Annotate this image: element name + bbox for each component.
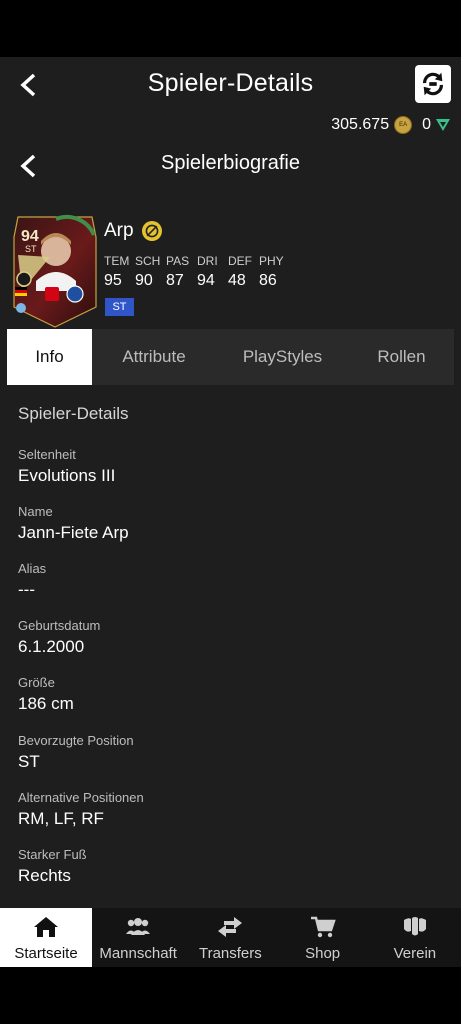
page-title: Spieler-Details (147, 69, 314, 97)
section-title: Spieler-Details (18, 404, 129, 423)
points-icon (436, 119, 450, 131)
coin-amount: 305.675 (331, 116, 390, 133)
sub-header: Spielerbiografie (0, 147, 461, 185)
field-value: Jann-Fiete Arp (18, 523, 129, 542)
detail-field-name: Name Jann-Fiete Arp (18, 504, 129, 543)
nav-mannschaft[interactable]: Mannschaft (92, 908, 184, 967)
field-label: Größe (18, 675, 55, 690)
field-label: Alternative Positionen (18, 790, 144, 805)
sub-title: Spielerbiografie (161, 152, 300, 174)
field-value: RM, LF, RF (18, 809, 104, 828)
stat-value: 86 (259, 272, 277, 289)
transfer-arrows-icon (218, 917, 243, 937)
field-value: 6.1.2000 (18, 637, 85, 656)
stat-label: PHY (259, 254, 284, 268)
currency-display: 305.675 EA 0 (331, 115, 451, 135)
nav-transfers[interactable]: Transfers (184, 908, 276, 967)
detail-field-alias: Alias --- (18, 561, 46, 600)
stat-value: 90 (135, 272, 153, 289)
evolution-level-icon (16, 271, 32, 287)
field-label: Starker Fuß (18, 847, 87, 862)
detail-tabs: Info Attribute PlayStyles Rollen (7, 329, 454, 385)
field-label: Name (18, 504, 53, 519)
compare-button[interactable] (415, 65, 451, 103)
app-screen: Spieler-Details 305.675 EA 0 Spielerbiog… (0, 57, 461, 967)
stat-value: 87 (166, 272, 184, 289)
stat-label: TEM (104, 254, 130, 268)
field-label: Seltenheit (18, 447, 76, 462)
detail-field-bevorzugte-position: Bevorzugte Position ST (18, 733, 134, 772)
nav-label: Transfers (198, 945, 262, 962)
stat-value: 95 (104, 272, 122, 289)
team-icon (126, 918, 151, 935)
nav-label: Shop (305, 945, 341, 962)
detail-field-seltenheit: Seltenheit Evolutions III (18, 447, 115, 486)
stat-phy: PHY 86 (259, 254, 290, 290)
field-value: Rechts (18, 866, 71, 885)
club-logo-icon (66, 285, 84, 303)
nation-flag-icon (15, 287, 27, 290)
player-card[interactable]: 94 ST (12, 211, 98, 329)
stat-label: SCH (135, 254, 161, 268)
tab-attribute[interactable]: Attribute (92, 329, 216, 385)
detail-field-alternative-positionen: Alternative Positionen RM, LF, RF (18, 790, 144, 829)
player-stats: TEM 95 SCH 90 PAS 87 DRI 94 DEF 48 PHY 86 (104, 254, 290, 290)
detail-field-starker-fuss: Starker Fuß Rechts (18, 847, 87, 886)
field-value: 186 cm (18, 694, 74, 713)
field-value: Evolutions III (18, 466, 116, 485)
detail-field-groesse: Größe 186 cm (18, 675, 74, 714)
detail-field-geburtsdatum: Geburtsdatum 6.1.2000 (18, 618, 100, 657)
evolution-badge-icon (142, 221, 162, 241)
coin-icon: EA (394, 116, 413, 134)
top-bar: Spieler-Details 305.675 EA 0 (0, 57, 461, 134)
tab-rollen[interactable]: Rollen (349, 329, 454, 385)
nav-startseite[interactable]: Startseite (0, 908, 92, 967)
home-icon (34, 917, 58, 937)
club-crest-icon (403, 917, 426, 936)
stat-tem: TEM 95 (104, 254, 135, 290)
player-name: Arp (104, 220, 134, 241)
swap-cycle-icon (423, 72, 443, 96)
field-value: ST (18, 752, 40, 771)
stat-label: PAS (166, 254, 190, 268)
chemistry-style-icon (16, 303, 26, 313)
stat-def: DEF 48 (228, 254, 259, 290)
position-badge: ST (105, 298, 134, 316)
card-rating: 94 (21, 228, 39, 245)
nav-verein[interactable]: Verein (369, 908, 461, 967)
stat-label: DRI (197, 254, 218, 268)
cart-icon (310, 916, 336, 938)
points-amount: 0 (422, 116, 431, 133)
stat-value: 48 (228, 272, 246, 289)
field-label: Bevorzugte Position (18, 733, 134, 748)
tab-info[interactable]: Info (7, 329, 92, 385)
field-label: Alias (18, 561, 47, 576)
field-value: --- (18, 580, 35, 599)
stat-pas: PAS 87 (166, 254, 197, 290)
nav-label: Startseite (14, 945, 78, 962)
stat-value: 94 (197, 272, 215, 289)
nav-label: Verein (393, 945, 437, 962)
tab-playstyles[interactable]: PlayStyles (216, 329, 349, 385)
stat-dri: DRI 94 (197, 254, 228, 290)
field-label: Geburtsdatum (18, 618, 101, 633)
bottom-nav: Startseite Mannschaft Transfers Shop Ver… (0, 908, 461, 967)
nav-shop[interactable]: Shop (277, 908, 369, 967)
nav-label: Mannschaft (99, 945, 177, 962)
stat-sch: SCH 90 (135, 254, 166, 290)
stat-label: DEF (228, 254, 252, 268)
card-position: ST (25, 244, 37, 254)
league-logo-icon (45, 287, 59, 301)
